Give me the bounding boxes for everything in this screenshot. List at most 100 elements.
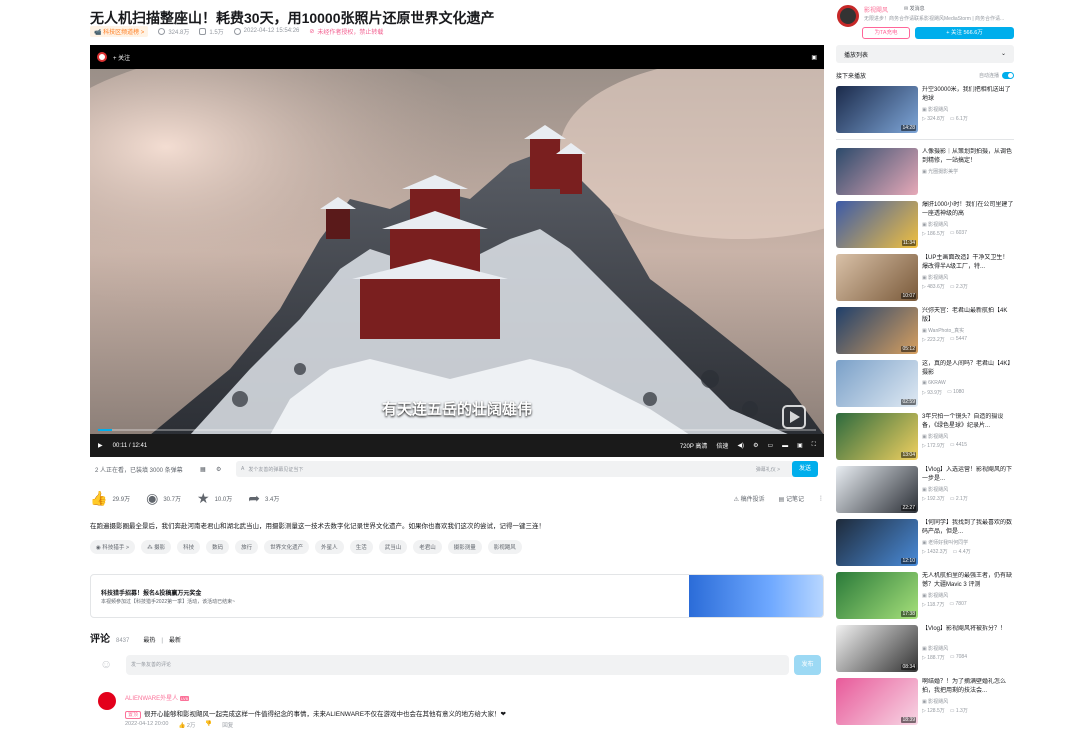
video-title[interactable]: 【Vlog】入选运营！影视飓风的下一步是... <box>922 466 1014 484</box>
video-author[interactable]: ▣ 影视飓风 <box>922 106 948 113</box>
video-author[interactable]: ▣ 影视飓风 <box>922 433 948 440</box>
tag-item[interactable]: 老君山 <box>413 540 442 554</box>
video-author[interactable]: ▣ 影视飓风 <box>922 274 948 281</box>
video-thumbnail[interactable]: 11:34 <box>836 201 918 248</box>
tag-item[interactable]: 外星人 <box>315 540 344 554</box>
fullscreen-icon[interactable]: ⛶ <box>812 442 816 449</box>
fullscreen-corner-icon[interactable]: ▣ <box>811 54 817 61</box>
video-author[interactable]: ▣ 影视飓风 <box>922 592 948 599</box>
video-author[interactable]: ▣ 6KRAW <box>922 380 946 386</box>
web-fullscreen-icon[interactable]: ▣ <box>797 442 803 449</box>
sort-new-tab[interactable]: 最新 <box>169 635 181 644</box>
video-player[interactable]: + 关注 ▣ 有天连五岳的壮阔雄伟 ▶ 00:11 / 12:41 720P 高… <box>90 45 824 457</box>
video-author[interactable]: ▣ 影视飓风 <box>922 486 948 493</box>
recommended-video[interactable]: 02:59 这，真的是人间吗？老君山【4K】摄影 ▣ 6KRAW ▷ 93.9万 ▭ 1… <box>836 360 1016 408</box>
favorite-button[interactable]: ★ 10.0万 <box>197 490 232 507</box>
danmaku-toggle-icon[interactable]: ▦ <box>200 466 206 473</box>
danmaku-style-icon[interactable]: A <box>241 466 244 472</box>
volume-icon[interactable]: ◀) <box>737 442 744 449</box>
video-thumbnail[interactable]: 08:34 <box>836 625 918 672</box>
danmaku-send-button[interactable]: 发送 <box>792 461 818 477</box>
quality-selector[interactable]: 720P 高清 <box>680 441 708 450</box>
widescreen-icon[interactable]: ▬ <box>782 443 788 449</box>
progress-bar[interactable] <box>98 429 816 431</box>
autoplay-toggle[interactable]: 自动连播 <box>979 72 1014 79</box>
recommended-video[interactable]: 05:12 兴弥天宫：老君山最新航拍【4K版】 ▣ WanPhoto_真实 ▷ 223… <box>836 307 1016 355</box>
tag-item[interactable]: ◉ 科技猎手 > <box>90 540 136 554</box>
settings-icon[interactable]: ⚙ <box>753 442 758 449</box>
video-title[interactable]: 兴弥天宫：老君山最新航拍【4K版】 <box>922 307 1014 325</box>
sort-hot-tab[interactable]: 最热 <box>143 635 155 644</box>
speed-selector[interactable]: 倍速 <box>716 441 728 450</box>
uploader-name[interactable]: 影视飓风 <box>864 5 888 14</box>
tag-item[interactable]: 世界文化遗产 <box>264 540 310 554</box>
danmaku-settings-icon[interactable]: ⚙ <box>216 466 221 473</box>
play-icon[interactable]: ▶ <box>98 442 103 449</box>
recommended-video[interactable]: 人像摄影｜从策划到拍摄，从调色到精修，一站搞定！ ▣ 光圈摄影美学 <box>836 148 1016 196</box>
comment-input[interactable]: 发一条友善的评论 <box>126 655 789 675</box>
notes-link[interactable]: ▤ 记笔记 <box>779 494 804 503</box>
recommended-video[interactable]: 22:27 【Vlog】入选运营！影视飓风的下一步是... ▣ 影视飓风 ▷ 192.… <box>836 466 1016 514</box>
tag-item[interactable]: 科技 <box>177 540 201 554</box>
video-frame[interactable] <box>90 69 824 435</box>
commenter-avatar[interactable] <box>98 692 116 710</box>
video-thumbnail[interactable]: 12:10 <box>836 519 918 566</box>
recommended-video[interactable]: 10:07 【UP主画面改造】干净又卫生！爆改得半A级工厂，特... ▣ 影视飓风 ▷… <box>836 254 1016 302</box>
video-title[interactable]: 【UP主画面改造】干净又卫生！爆改得半A级工厂，特... <box>922 254 1014 272</box>
danmaku-etiquette-link[interactable]: 弹幕礼仪 > <box>756 466 780 473</box>
video-thumbnail[interactable]: 14:28 <box>836 86 918 133</box>
share-button[interactable]: ➦ 3.4万 <box>248 490 279 507</box>
danmaku-input[interactable]: A 发个友善的弹幕见证当下 弹幕礼仪 > 发送 <box>236 461 818 477</box>
video-title[interactable]: 这，真的是人间吗？老君山【4K】摄影 <box>922 360 1014 378</box>
coin-button[interactable]: ◉ 30.7万 <box>146 490 181 507</box>
tag-item[interactable]: 生活 <box>349 540 373 554</box>
video-thumbnail[interactable]: 22:27 <box>836 466 918 513</box>
toggle-switch[interactable] <box>1002 72 1014 79</box>
uploader-avatar[interactable] <box>837 5 859 27</box>
video-thumbnail[interactable]: 05:12 <box>836 307 918 354</box>
video-title[interactable]: 爆肝1000小时！我们在公司里建了一座透神级的高 <box>922 201 1014 219</box>
recommended-video[interactable]: 12:10 【何同学】我找到了我最喜欢的数码产品，但是... ▣ 老师好我叫何同学 ▷… <box>836 519 1016 567</box>
tag-item[interactable]: 数码 <box>206 540 230 554</box>
event-banner[interactable]: 科技猎手招募！报名&投稿赢万元奖金 本视频参加过【科技猎手2022第一季】活动，… <box>90 574 824 618</box>
video-thumbnail[interactable]: 13:04 <box>836 413 918 460</box>
uploader-avatar-small[interactable] <box>97 52 107 62</box>
recommended-video[interactable]: 13:04 3年只拍一个镜头？自造的摄设备，《绿色星球》纪录片... ▣ 影视飓风 ▷… <box>836 413 1016 461</box>
player-follow-button[interactable]: + 关注 <box>113 53 130 62</box>
more-icon[interactable]: ⋮ <box>818 495 824 502</box>
video-title[interactable]: 升空30000米，我们把相机送出了地球 <box>922 86 1014 104</box>
video-author[interactable]: ▣ 老师好我叫何同学 <box>922 539 968 546</box>
tag-item[interactable]: 摄影测量 <box>447 540 482 554</box>
video-title[interactable]: 3年只拍一个镜头？自造的摄设备，《绿色星球》纪录片... <box>922 413 1014 431</box>
recommended-video[interactable]: 14:28 升空30000米，我们把相机送出了地球 ▣ 影视飓风 ▷ 324.8万 ▭ … <box>836 86 1016 134</box>
video-thumbnail[interactable]: 17:38 <box>836 572 918 619</box>
comment-dislike-icon[interactable]: 👎 <box>205 721 212 729</box>
pip-icon[interactable]: ▭ <box>767 442 773 449</box>
tag-item[interactable]: 旅行 <box>235 540 259 554</box>
video-thumbnail[interactable]: 10:07 <box>836 254 918 301</box>
charge-button[interactable]: 为TA充电 <box>862 27 910 39</box>
recommended-video[interactable]: 17:38 无人机航拍里的最强王者，仍有缺憾？大疆Mavic 3 评测 ▣ 影视飓风… <box>836 572 1016 620</box>
video-title[interactable]: 【Vlog】影视飓风将被拆分？！ <box>922 625 1014 634</box>
video-author[interactable]: ▣ 影视飓风 <box>922 645 948 652</box>
comment-post-button[interactable]: 发布 <box>794 655 821 675</box>
comment-reply-button[interactable]: 回复 <box>222 721 233 729</box>
video-title[interactable]: 【何同学】我找到了我最喜欢的数码产品，但是... <box>922 519 1014 537</box>
video-thumbnail[interactable]: 18:39 <box>836 678 918 725</box>
commenter-name[interactable]: ALIENWARE外星人 LV6 <box>125 693 189 702</box>
video-thumbnail[interactable]: 02:59 <box>836 360 918 407</box>
playlist-selector[interactable]: 播放列表 ⌄ <box>836 45 1014 63</box>
video-title[interactable]: 无人机航拍里的最强王者，仍有缺憾？大疆Mavic 3 评测 <box>922 572 1014 590</box>
recommended-video[interactable]: 08:34 【Vlog】影视飓风将被拆分？！ ▣ 影视飓风 ▷ 188.7万 ▭ 708… <box>836 625 1016 673</box>
video-author[interactable]: ▣ WanPhoto_真实 <box>922 327 964 334</box>
video-author[interactable]: ▣ 影视飓风 <box>922 698 948 705</box>
video-thumbnail[interactable] <box>836 148 918 195</box>
recommended-video[interactable]: 18:39 啊结婚？！为了摘满壁婚礼怎么拍，我把用剩的技法会... ▣ 影视飓风 ▷ … <box>836 678 1016 726</box>
video-title[interactable]: 人像摄影｜从策划到拍摄，从调色到精修，一站搞定！ <box>922 148 1014 166</box>
tag-item[interactable]: 武当山 <box>378 540 408 554</box>
send-message-link[interactable]: ✉ 发消息 <box>904 5 925 12</box>
event-banner-image[interactable] <box>689 575 823 617</box>
like-button[interactable]: 👍 29.9万 <box>90 490 130 507</box>
tag-item[interactable]: ⁂ 摄影 <box>141 540 172 554</box>
tag-item[interactable]: 影视飓风 <box>487 540 522 554</box>
